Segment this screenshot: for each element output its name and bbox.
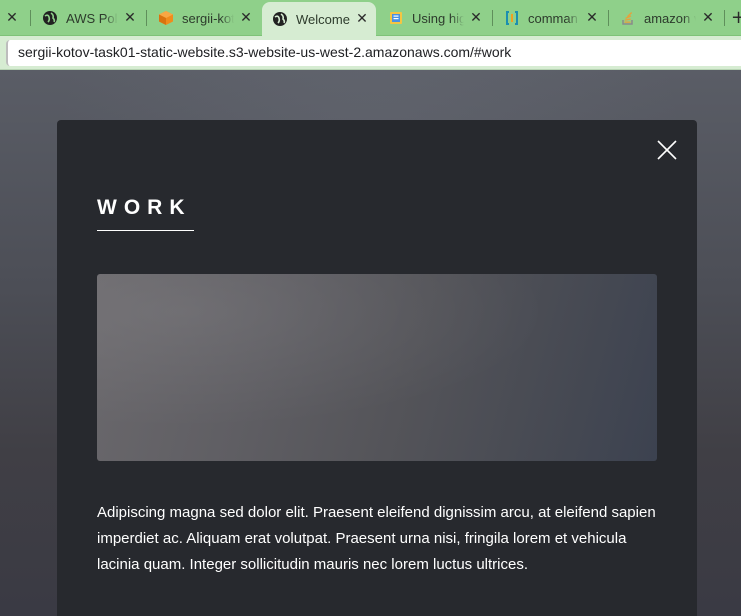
- stackoverflow-icon: [620, 10, 636, 26]
- tab-title: Using hig: [412, 10, 464, 26]
- tab-close-icon[interactable]: ✕: [4, 10, 20, 26]
- globe-icon: [272, 11, 288, 27]
- tab-title: amazon v: [644, 10, 696, 26]
- bracket-doc-icon: [504, 10, 520, 26]
- omnibox[interactable]: sergii-kotov-task01-static-website.s3-we…: [6, 40, 741, 66]
- tab-welcome[interactable]: Welcome ✕: [262, 2, 376, 36]
- work-image: [97, 274, 657, 461]
- tab-close-icon[interactable]: ✕: [700, 10, 716, 26]
- tab-title: Welcome: [296, 11, 350, 27]
- tab-partial[interactable]: ✕: [0, 4, 26, 32]
- tab-strip: ✕ AWS Polic ✕ sergii-kot ✕ Welcome ✕ Usi…: [0, 0, 741, 36]
- tab-close-icon[interactable]: ✕: [584, 10, 600, 26]
- tab-separator: [724, 10, 725, 26]
- tab-command[interactable]: comman ✕: [494, 4, 606, 32]
- tab-separator: [146, 10, 147, 26]
- address-bar: sergii-kotov-task01-static-website.s3-we…: [0, 36, 741, 70]
- tab-close-icon[interactable]: ✕: [468, 10, 484, 26]
- tab-separator: [608, 10, 609, 26]
- tab-title: sergii-kot: [182, 10, 234, 26]
- work-description: Adipiscing magna sed dolor elit. Praesen…: [97, 504, 656, 573]
- work-article-modal: WORK Adipiscing magna sed dolor elit. Pr…: [57, 120, 697, 616]
- tab-aws-policy[interactable]: AWS Polic ✕: [32, 4, 144, 32]
- tab-separator: [492, 10, 493, 26]
- docs-book-icon: [388, 10, 404, 26]
- page-background: WORK Adipiscing magna sed dolor elit. Pr…: [0, 70, 741, 616]
- tab-close-icon[interactable]: ✕: [238, 10, 254, 26]
- tab-close-icon[interactable]: ✕: [354, 11, 370, 27]
- globe-icon: [42, 10, 58, 26]
- tab-title: comman: [528, 10, 578, 26]
- new-tab-icon[interactable]: +: [731, 9, 741, 27]
- tab-close-icon[interactable]: ✕: [122, 10, 138, 26]
- aws-s3-bucket-icon: [158, 10, 174, 26]
- url-text[interactable]: sergii-kotov-task01-static-website.s3-we…: [18, 44, 511, 60]
- section-heading: WORK: [97, 196, 194, 231]
- tab-title: AWS Polic: [66, 10, 118, 26]
- tab-using-high[interactable]: Using hig ✕: [378, 4, 490, 32]
- close-icon[interactable]: [655, 138, 679, 162]
- tab-amazon[interactable]: amazon v ✕: [610, 4, 722, 32]
- tab-sergii-kotov[interactable]: sergii-kot ✕: [148, 4, 260, 32]
- tab-separator: [30, 10, 31, 26]
